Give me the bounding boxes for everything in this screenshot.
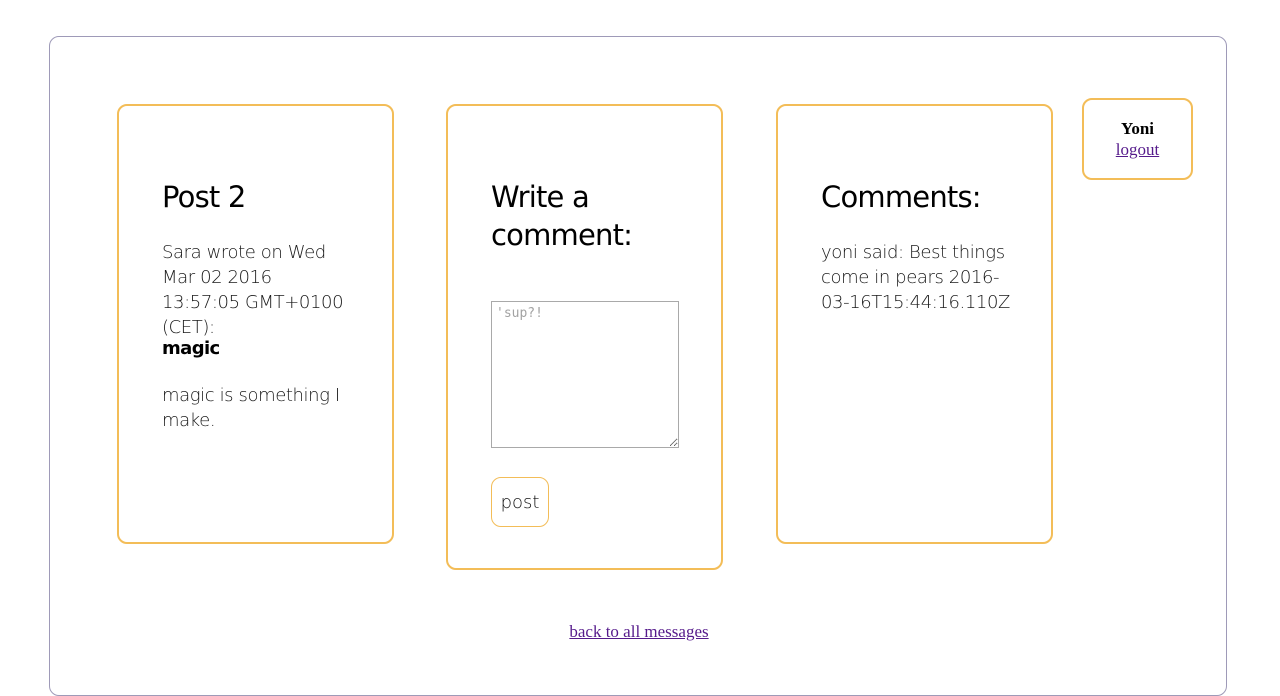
post-body: magic is something I make. xyxy=(162,385,340,431)
comments-heading: Comments: xyxy=(821,180,982,214)
user-box: Yoni logout xyxy=(1082,98,1193,180)
back-to-messages-link[interactable]: back to all messages xyxy=(569,622,708,641)
write-comment-heading: Write a comment: xyxy=(491,180,633,252)
post-subject: magic xyxy=(162,338,220,359)
user-name: Yoni xyxy=(1120,119,1155,138)
post-meta: Sara wrote on Wed Mar 02 2016 13:57:05 G… xyxy=(162,242,344,338)
comment-item: yoni said: Best things come in pears 201… xyxy=(821,242,1010,313)
comment-textarea[interactable] xyxy=(491,301,679,448)
back-link-row: back to all messages xyxy=(0,621,1278,642)
post-button[interactable]: post xyxy=(491,477,549,527)
post-card: Post 2 Sara wrote on Wed Mar 02 2016 13:… xyxy=(117,104,394,544)
logout-link[interactable]: logout xyxy=(1116,139,1159,160)
post-title: Post 2 xyxy=(162,180,246,214)
write-comment-card: Write a comment: post xyxy=(446,104,723,570)
comments-card: Comments: yoni said: Best things come in… xyxy=(776,104,1053,544)
